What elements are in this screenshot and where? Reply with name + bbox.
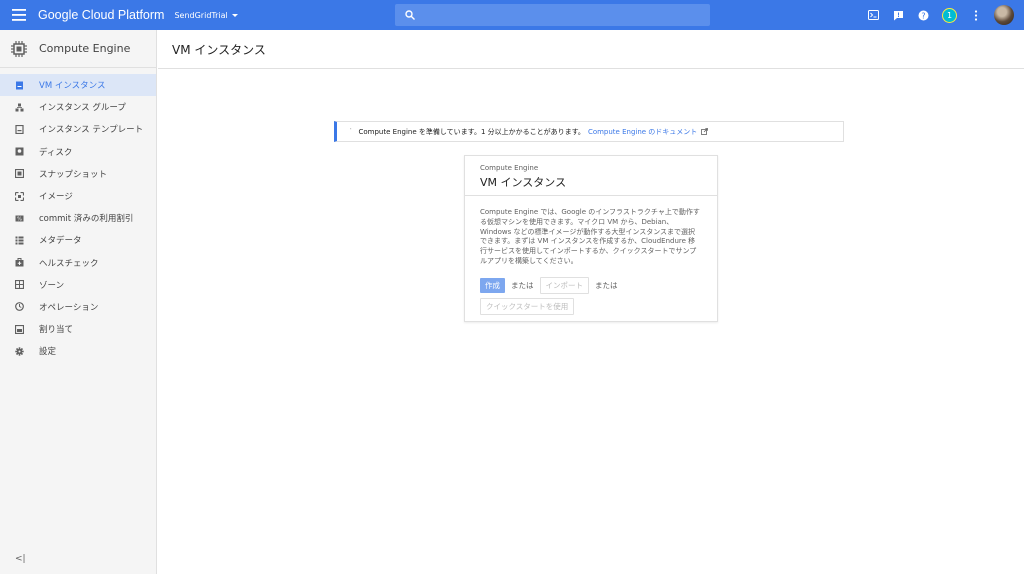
search-icon	[405, 10, 415, 20]
sidebar-nav: VM インスタンス インスタンス グループ インスタンス テンプレート ディスク…	[0, 74, 156, 362]
help-icon[interactable]: ?	[917, 9, 930, 22]
create-button[interactable]: 作成	[480, 278, 505, 293]
settings-icon	[15, 347, 24, 356]
search-bar[interactable]	[395, 4, 710, 26]
cloud-shell-icon[interactable]	[867, 9, 880, 22]
menu-icon[interactable]	[0, 0, 38, 30]
operations-icon	[15, 302, 24, 312]
quickstart-button[interactable]: クイックスタートを使用	[480, 298, 575, 315]
feedback-icon[interactable]	[892, 9, 905, 22]
notifications-badge[interactable]: 1	[942, 7, 957, 23]
sidebar-item-instance-groups[interactable]: インスタンス グループ	[0, 96, 156, 118]
product-title[interactable]: Google Cloud Platform	[38, 8, 164, 22]
compute-engine-icon	[11, 40, 27, 57]
sidebar-item-health-checks[interactable]: ヘルスチェック	[0, 252, 156, 274]
vm-instances-empty-card: Compute Engine VM インスタンス Compute Engine …	[464, 155, 718, 322]
sidebar-item-vm-instances[interactable]: VM インスタンス	[0, 74, 156, 97]
external-link-icon	[701, 128, 709, 135]
sidebar-item-label: ゾーン	[39, 280, 65, 291]
sidebar-title: Compute Engine	[39, 42, 131, 55]
svg-text:?: ?	[921, 11, 925, 20]
sidebar-item-committed-use[interactable]: % commit 済みの利用割引	[0, 207, 156, 229]
documentation-link[interactable]: Compute Engine のドキュメント	[588, 127, 697, 137]
project-selector[interactable]: SendGridTrial	[174, 10, 238, 20]
metadata-icon	[15, 236, 24, 245]
commitment-icon: %	[15, 214, 24, 223]
sidebar-item-snapshots[interactable]: スナップショット	[0, 163, 156, 185]
instance-template-icon	[15, 124, 24, 134]
sidebar-header: Compute Engine	[0, 30, 156, 68]
main-content: VM インスタンス ˙ Compute Engine を準備しています。1 分以…	[158, 30, 1024, 574]
or-text: または	[511, 281, 534, 290]
sidebar-item-label: オペレーション	[39, 302, 99, 313]
image-icon	[15, 191, 24, 201]
sidebar-item-operations[interactable]: オペレーション	[0, 296, 156, 318]
disk-icon	[15, 147, 24, 156]
sidebar-item-label: VM インスタンス	[39, 81, 106, 92]
card-actions-secondary: クイックスタートを使用	[480, 298, 702, 315]
card-body: Compute Engine では、Google のインフラストラクチャ上で動作…	[465, 196, 717, 315]
sidebar-item-instance-templates[interactable]: インスタンス テンプレート	[0, 118, 156, 140]
sidebar-item-label: commit 済みの利用割引	[39, 214, 134, 225]
zone-icon	[15, 280, 24, 290]
sidebar-item-quotas[interactable]: 割り当て	[0, 318, 156, 340]
quota-icon	[15, 324, 24, 334]
instance-group-icon	[15, 103, 24, 112]
search-input[interactable]	[421, 10, 701, 20]
sidebar-item-label: ヘルスチェック	[39, 258, 99, 269]
card-title: VM インスタンス	[480, 176, 567, 189]
sidebar-item-zones[interactable]: ゾーン	[0, 274, 156, 296]
sidebar-item-label: イメージ	[39, 192, 73, 203]
notice-text: Compute Engine を準備しています。1 分以上かかることがあります。	[358, 127, 585, 136]
sidebar-item-images[interactable]: イメージ	[0, 185, 156, 207]
sidebar-item-label: インスタンス グループ	[39, 103, 126, 114]
top-app-bar: Google Cloud Platform SendGridTrial ? 1	[0, 0, 1024, 30]
loading-spinner-icon: ˙	[349, 127, 353, 136]
vm-instance-icon	[15, 81, 24, 90]
import-button[interactable]: インポート	[539, 277, 589, 294]
health-check-icon	[15, 258, 24, 267]
sidebar: Compute Engine VM インスタンス インスタンス グループ インス…	[0, 30, 157, 574]
project-name: SendGridTrial	[174, 10, 228, 20]
preparing-notice: ˙ Compute Engine を準備しています。1 分以上かかることがありま…	[334, 121, 844, 142]
sidebar-item-label: 設定	[39, 347, 57, 358]
or-text: または	[595, 281, 618, 290]
sidebar-item-settings[interactable]: 設定	[0, 340, 156, 362]
top-actions: ? 1	[867, 0, 1014, 30]
chevron-down-icon	[231, 13, 238, 17]
sidebar-item-label: インスタンス テンプレート	[39, 125, 144, 136]
sidebar-item-label: 割り当て	[39, 325, 74, 336]
page-header: VM インスタンス	[158, 30, 1024, 69]
sidebar-item-label: スナップショット	[39, 169, 108, 180]
more-vert-icon[interactable]	[969, 9, 982, 22]
card-subtitle: Compute Engine	[480, 164, 539, 172]
card-actions: 作成 または インポート または	[480, 277, 702, 294]
sidebar-item-label: メタデータ	[39, 236, 82, 247]
sidebar-item-metadata[interactable]: メタデータ	[0, 229, 156, 251]
avatar[interactable]	[994, 5, 1014, 25]
card-header: Compute Engine VM インスタンス	[465, 156, 717, 196]
sidebar-item-label: ディスク	[39, 147, 73, 158]
sidebar-item-disks[interactable]: ディスク	[0, 141, 156, 163]
card-description: Compute Engine では、Google のインフラストラクチャ上で動作…	[480, 208, 700, 265]
svg-text:%: %	[17, 216, 22, 222]
snapshot-icon	[15, 169, 24, 179]
collapse-sidebar-button[interactable]: <|	[15, 554, 26, 564]
page-title: VM インスタンス	[172, 42, 266, 57]
